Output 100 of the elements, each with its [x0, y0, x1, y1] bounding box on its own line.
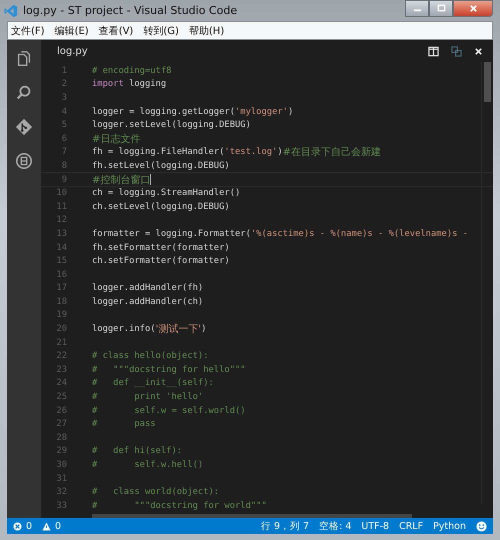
code-comment: # def __init__(self): [92, 378, 214, 388]
code-text: fh.setLevel(logging.DEBUG) [92, 160, 230, 171]
line-number: 22 [55, 351, 67, 362]
code-comment: # def hi(self): [92, 446, 182, 456]
line-number: 12 [55, 215, 67, 226]
code-text: logger.info( [92, 324, 156, 334]
encoding[interactable]: UTF-8 [361, 520, 390, 532]
line-number: 16 [55, 270, 67, 280]
line-number: 26 [55, 406, 67, 416]
code-text: ch = logging.StreamHandler() [92, 188, 240, 198]
open-changes-icon[interactable] [451, 46, 462, 56]
line-number: 15 [55, 256, 67, 266]
code-comment: # encoding=utf8 [92, 66, 172, 76]
cursor-position[interactable]: 行 9，列 7 [260, 520, 310, 532]
code-string: '测试一下' [156, 322, 202, 336]
line-number: 10 [55, 188, 67, 198]
code-string: '%(asctime)s - %(name)s - %(levelname)s - [250, 228, 468, 239]
line-number: 19 [55, 310, 67, 320]
indentation[interactable]: 空格: 4 [319, 520, 352, 532]
line-number: 29 [55, 446, 67, 456]
code-comment: # pass [92, 419, 156, 430]
line-number: 20 [55, 324, 67, 334]
error-icon [13, 522, 22, 530]
code-comment: #在目录下自己会新建 [282, 146, 382, 160]
code-comment: # class hello(object): [92, 351, 209, 362]
line-number: 27 [55, 419, 67, 430]
line-number: 24 [55, 378, 67, 388]
line-number: 14 [55, 242, 67, 253]
line-number: 33 [55, 500, 67, 511]
code-comment: # self.w.hell() [92, 460, 204, 470]
code-text: fh.setFormatter(formatter) [92, 242, 230, 253]
editor-tab[interactable]: log.py [57, 46, 88, 56]
code-keyword: import [92, 79, 124, 90]
code-comment: # """docstring for world""" [92, 500, 267, 511]
warning-count[interactable]: 0 [55, 520, 62, 532]
menu-item[interactable]: 帮助(H) [188, 24, 224, 38]
smiley-icon[interactable] [476, 520, 487, 532]
line-number: 18 [55, 296, 67, 307]
menu-item[interactable]: 文件(F) [11, 24, 45, 38]
scrollbar-thumb[interactable] [484, 62, 491, 102]
code-text: ) [288, 106, 294, 117]
code-comment: #控制台窗口 [92, 174, 150, 187]
error-count[interactable]: 0 [26, 520, 32, 532]
line-ending[interactable]: CRLF [399, 520, 424, 532]
line-number: 32 [55, 487, 67, 498]
maximize-icon [436, 4, 446, 13]
warning-icon [42, 522, 52, 530]
search-icon[interactable] [15, 84, 33, 102]
line-number: 1 [60, 66, 67, 76]
line-number: 21 [55, 338, 67, 348]
line-number: 11 [55, 202, 67, 212]
line-number: 8 [60, 160, 67, 171]
code-string: 'test.log' [224, 147, 278, 158]
close-editor-icon[interactable] [474, 46, 483, 56]
code-text: logger.addHandler(ch) [92, 296, 204, 307]
code-comment: # """docstring for hello""" [92, 364, 246, 375]
code-comment: #日志文件 [92, 132, 140, 146]
code-comment: # self.w = self.world() [92, 406, 246, 416]
line-number: 17 [55, 283, 67, 294]
code-text: logging [128, 79, 166, 90]
extensions-icon[interactable] [15, 152, 33, 170]
line-number: 6 [60, 134, 67, 144]
code-text: logger.setLevel(logging.DEBUG) [92, 120, 251, 130]
line-number: 25 [55, 392, 67, 402]
line-number: 23 [55, 364, 67, 375]
line-number: 5 [60, 120, 67, 130]
menu-item[interactable]: 查看(V) [98, 24, 134, 38]
app-logo-icon [4, 4, 18, 18]
code-comment: # class world(object): [92, 487, 220, 498]
text-cursor [150, 174, 152, 186]
code-comment: # print 'hello' [92, 392, 204, 402]
code-text: ) [201, 324, 206, 334]
code-string: 'mylogger' [235, 106, 288, 117]
menu-item[interactable]: 转到(G) [143, 24, 179, 38]
split-editor-icon[interactable] [428, 46, 439, 56]
window-title: log.py - ST project - Visual Studio Code [23, 4, 238, 17]
git-icon[interactable] [15, 118, 33, 136]
menu-item[interactable]: 编辑(E) [54, 24, 89, 38]
code-text: logger = logging.getLogger( [92, 106, 235, 117]
code-text: logger.addHandler(fh) [92, 283, 204, 294]
maximize-button[interactable] [429, 0, 453, 17]
close-icon [468, 4, 478, 13]
horizontal-scrollbar[interactable] [92, 514, 412, 518]
code-text: ch.setFormatter(formatter) [92, 256, 230, 266]
line-number: 30 [55, 460, 67, 470]
line-number: 31 [55, 474, 67, 484]
code-text: ) [277, 147, 283, 158]
code-text: formatter = logging.Formatter( [92, 228, 251, 239]
close-button[interactable] [453, 0, 493, 17]
line-number: 2 [60, 79, 67, 90]
files-icon[interactable] [15, 50, 33, 68]
code-text: ch.setLevel(logging.DEBUG) [92, 202, 230, 212]
language-mode[interactable]: Python [433, 520, 466, 532]
line-number: 28 [55, 432, 67, 443]
line-number: 4 [60, 106, 67, 117]
line-number: 3 [60, 92, 67, 103]
code-text: fh = logging.FileHandler( [92, 147, 224, 158]
line-number: 7 [60, 147, 67, 158]
line-number: 9 [60, 174, 67, 185]
minimize-button[interactable] [405, 0, 429, 17]
